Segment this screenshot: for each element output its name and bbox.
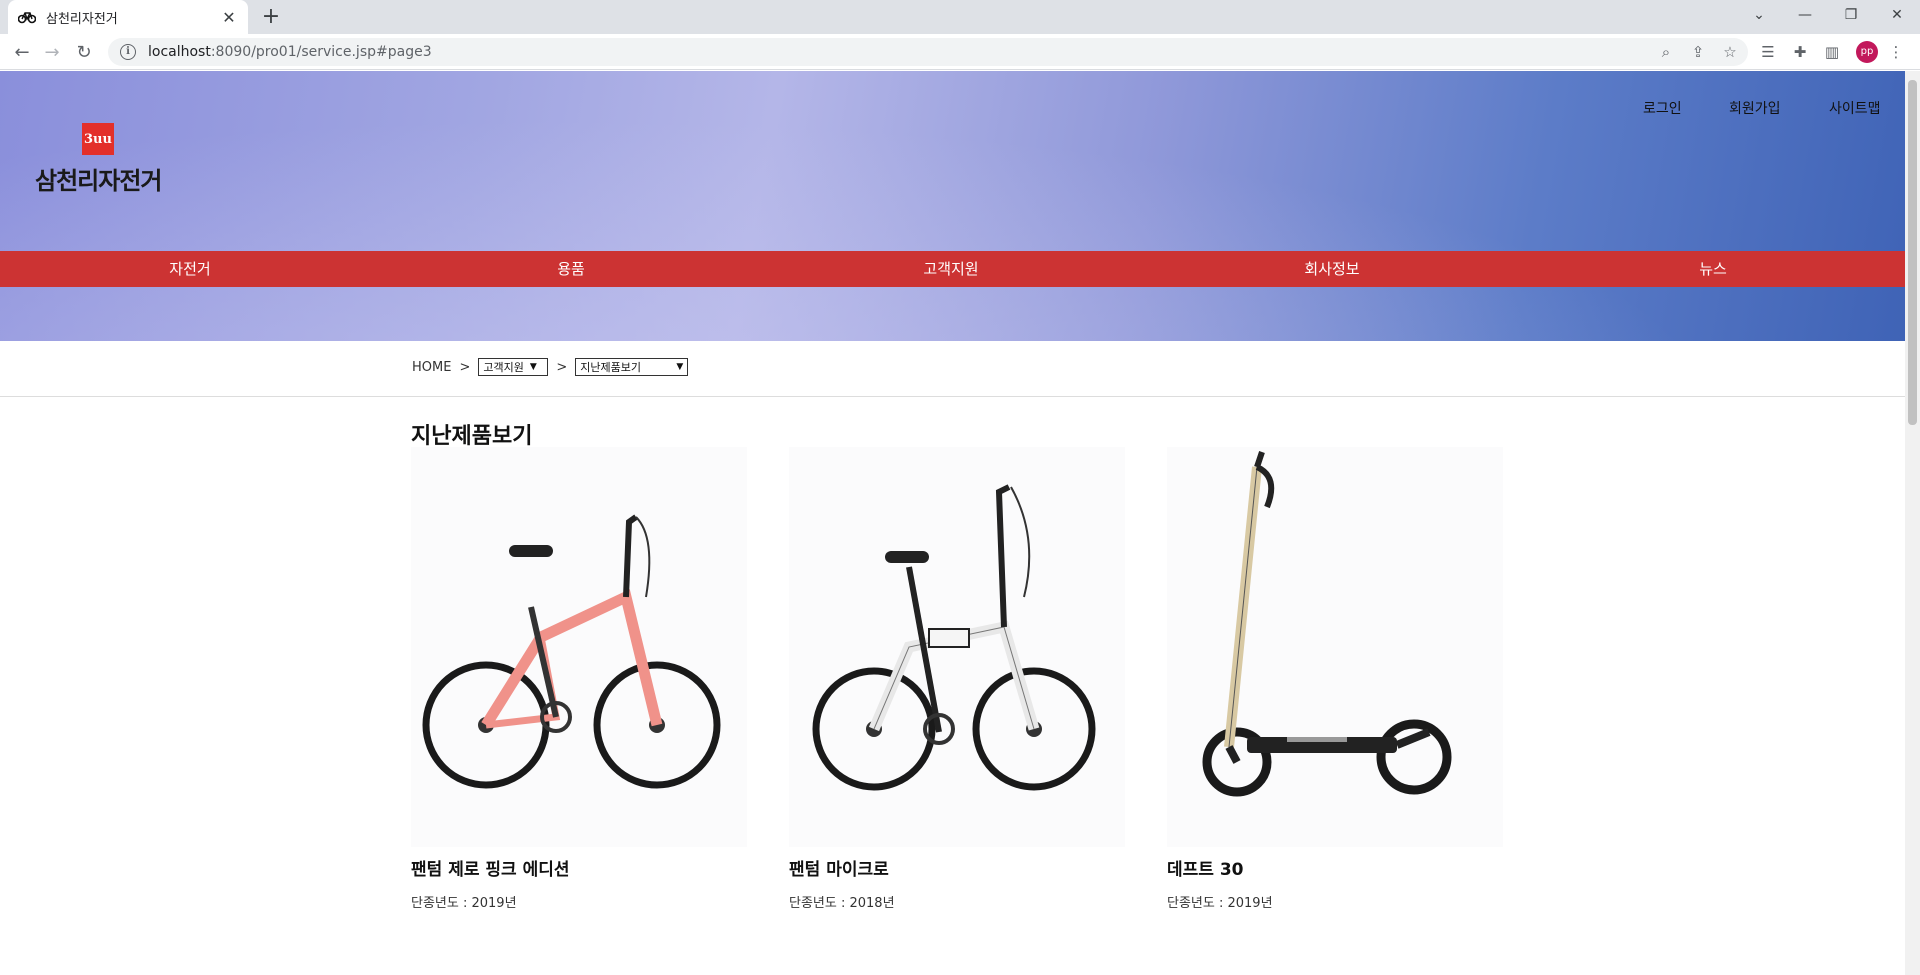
divider [0, 396, 1905, 397]
product-name: 팬텀 제로 핑크 에디션 [411, 860, 570, 880]
login-link[interactable]: 로그인 [1643, 98, 1682, 118]
product-image [789, 447, 1125, 847]
side-panel-icon[interactable]: ▥ [1818, 38, 1846, 66]
subpage-select[interactable]: 지난제품보기 ▼ [575, 358, 689, 376]
extensions-icon[interactable]: ✚ [1786, 38, 1814, 66]
hero-banner [0, 71, 1905, 341]
product-name: 팬텀 마이크로 [789, 860, 889, 880]
share-icon[interactable]: ⇪ [1684, 38, 1712, 66]
breadcrumb-separator: > [556, 359, 568, 375]
category-select-value: 고객지원 [483, 361, 524, 374]
product-name: 데프트 30 [1167, 860, 1244, 880]
new-tab-button[interactable]: + [258, 4, 284, 30]
product-year: 단종년도 : 2018년 [789, 896, 895, 911]
profile-avatar[interactable]: pp [1856, 41, 1878, 63]
bicycle-icon [18, 8, 36, 26]
tab-search-icon[interactable]: ⌄ [1736, 0, 1782, 30]
restore-button[interactable]: ❐ [1828, 0, 1874, 30]
site-info-icon[interactable]: i [120, 44, 136, 60]
page-title: 지난제품보기 [411, 424, 533, 449]
product-year: 단종년도 : 2019년 [411, 896, 517, 911]
chevron-down-icon: ▼ [676, 362, 684, 372]
tab-title: 삼천리자전거 [46, 11, 118, 27]
logo-text: 삼천리자전거 [35, 167, 162, 195]
chevron-down-icon: ▼ [529, 362, 537, 372]
page-scrollbar-thumb[interactable] [1908, 80, 1917, 425]
menu-icon[interactable]: ⋮ [1882, 38, 1910, 66]
nav-item-news[interactable]: 뉴스 [1613, 251, 1813, 287]
product-card[interactable]: 데프트 30 단종년도 : 2019년 [1167, 447, 1503, 911]
zoom-icon[interactable]: ⌕ [1652, 38, 1680, 66]
site-logo[interactable]: 3uu 삼천리자전거 [35, 123, 165, 195]
bookmark-star-icon[interactable]: ☆ [1716, 38, 1744, 66]
nav-item-company[interactable]: 회사정보 [1232, 251, 1432, 287]
product-image [1167, 447, 1503, 847]
browser-tab-bar: 삼천리자전거 ✕ + ⌄ — ❐ ✕ [0, 0, 1920, 34]
back-icon[interactable]: ← [8, 38, 36, 66]
sitemap-link[interactable]: 사이트맵 [1829, 98, 1881, 118]
page-viewport: 3uu 삼천리자전거 로그인 회원가입 사이트맵 자전거 용품 고객지원 회사정… [0, 71, 1905, 975]
reload-icon[interactable]: ↻ [70, 38, 98, 66]
reading-list-icon[interactable]: ☰ [1754, 38, 1782, 66]
product-year: 단종년도 : 2019년 [1167, 896, 1273, 911]
product-card[interactable]: 팬텀 제로 핑크 에디션 단종년도 : 2019년 [411, 447, 747, 911]
product-image [411, 447, 747, 847]
address-bar[interactable]: i localhost:8090/pro01/service.jsp#page3 [108, 38, 1748, 66]
url-path: :8090/pro01/service.jsp#page3 [210, 44, 432, 60]
product-card[interactable]: 팬텀 마이크로 단종년도 : 2018년 [789, 447, 1125, 911]
nav-item-bicycle[interactable]: 자전거 [90, 251, 290, 287]
logo-mark: 3uu [82, 123, 114, 155]
forward-icon[interactable]: → [38, 38, 66, 66]
breadcrumb-home[interactable]: HOME [412, 360, 451, 375]
minimize-button[interactable]: — [1782, 0, 1828, 30]
breadcrumb: HOME > 고객지원 ▼ > 지난제품보기 ▼ [412, 357, 689, 377]
browser-toolbar: ← → ↻ i localhost:8090/pro01/service.jsp… [0, 34, 1920, 70]
category-select[interactable]: 고객지원 ▼ [478, 358, 549, 376]
main-navigation: 자전거 용품 고객지원 회사정보 뉴스 [0, 251, 1905, 287]
breadcrumb-separator: > [459, 359, 471, 375]
subpage-select-value: 지난제품보기 [580, 361, 641, 374]
nav-item-accessories[interactable]: 용품 [471, 251, 671, 287]
close-tab-icon[interactable]: ✕ [220, 8, 238, 27]
browser-tab[interactable]: 삼천리자전거 ✕ [8, 0, 248, 34]
url-host: localhost [148, 44, 211, 60]
signup-link[interactable]: 회원가입 [1729, 98, 1781, 118]
nav-item-support[interactable]: 고객지원 [851, 251, 1051, 287]
window-close-button[interactable]: ✕ [1874, 0, 1920, 30]
